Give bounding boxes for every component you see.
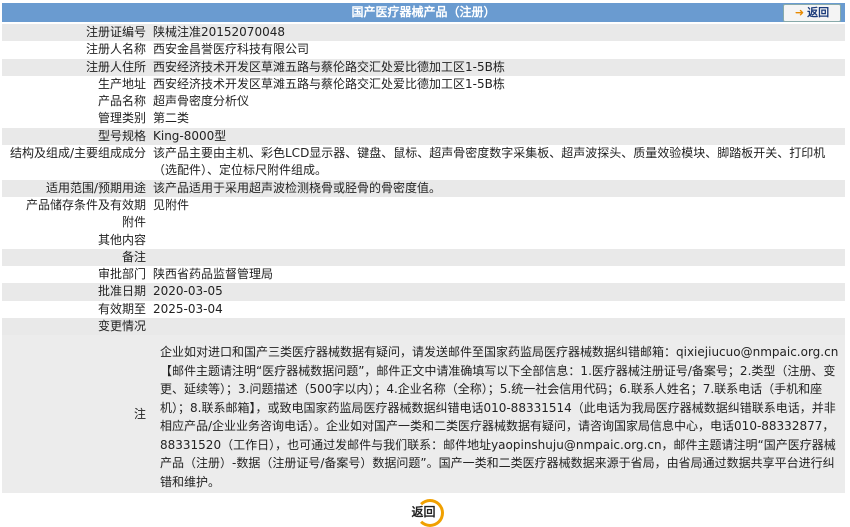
field-label: 附件 — [121, 215, 146, 230]
table-row: 型号规格 King-8000型 — [2, 127, 845, 146]
back-label: 返回 — [807, 6, 830, 19]
table-row: 备注 — [2, 248, 845, 267]
table-row: 管理类别 第二类 — [2, 110, 845, 127]
field-value: 西安经济技术开发区草滩五路与蔡伦路交汇处爱比德加工区1-5B栋 — [153, 76, 505, 91]
page-title: 国产医疗器械产品（注册） — [351, 5, 496, 19]
note-label: 注 — [2, 335, 152, 494]
field-value: King-8000型 — [152, 127, 845, 146]
field-value: 超声骨密度分析仪 — [153, 94, 250, 109]
field-label: 生产地址 — [97, 76, 146, 91]
table-row: 生产地址 西安经济技术开发区草滩五路与蔡伦路交汇处爱比德加工区1-5B栋 — [2, 76, 845, 93]
table-row: 批准日期 2020-03-05 — [2, 283, 845, 301]
field-label: 管理类别 — [97, 111, 146, 126]
table-row: 注册人名称 西安金昌誉医疗科技有限公司 — [2, 41, 845, 58]
field-label: 审批部门 — [97, 267, 146, 282]
field-value: 2025-03-04 — [153, 301, 223, 316]
field-value: 该产品适用于采用超声波检测桡骨或胫骨的骨密度值。 — [152, 179, 845, 197]
field-label: 有效期至 — [97, 301, 146, 316]
table-row: 有效期至 2025-03-04 — [2, 301, 845, 318]
field-value: 该产品主要由主机、彩色LCD显示器、键盘、鼠标、超声骨密度数字采集板、超声波探头… — [153, 146, 826, 178]
table-row: 适用范围/预期用途 该产品适用于采用超声波检测桡骨或胫骨的骨密度值。 — [2, 179, 845, 197]
table-row: 产品名称 超声骨密度分析仪 — [2, 93, 845, 110]
table-row: 注册人住所 西安经济技术开发区草滩五路与蔡伦路交汇处爱比德加工区1-5B栋 — [2, 58, 845, 76]
field-label: 产品名称 — [97, 94, 146, 109]
field-label: 型号规格 — [2, 127, 152, 146]
field-value: 陕械注准20152070048 — [152, 24, 845, 42]
field-value: 见附件 — [153, 197, 190, 212]
field-value: 西安经济技术开发区草滩五路与蔡伦路交汇处爱比德加工区1-5B栋 — [152, 58, 845, 76]
field-label: 注册人名称 — [85, 42, 146, 57]
field-value: 2020-03-05 — [152, 283, 845, 301]
field-value: 第二类 — [153, 111, 190, 126]
field-value — [152, 232, 845, 249]
field-label: 其他内容 — [97, 232, 146, 247]
field-label: 适用范围/预期用途 — [2, 179, 152, 197]
back-label: 返回 — [411, 505, 436, 520]
note-row: 注企业如对进口和国产三类医疗器械数据有疑问，请发送邮件至国家药监局医疗器械数据纠… — [2, 335, 845, 494]
table-row: 附件 — [2, 214, 845, 231]
field-label: 批准日期 — [2, 283, 152, 301]
detail-table: 注册证编号 陕械注准20152070048 注册人名称 西安金昌誉医疗科技有限公司 注册… — [2, 24, 845, 494]
back-button-bottom[interactable]: 返回 — [406, 499, 444, 527]
table-row: 变更情况 — [2, 318, 845, 336]
field-label: 结构及组成/主要组成成分 — [9, 146, 146, 161]
table-row: 产品储存条件及有效期 见附件 — [2, 197, 845, 214]
table-row: 其他内容 — [2, 232, 845, 249]
table-row: 结构及组成/主要组成成分 该产品主要由主机、彩色LCD显示器、键盘、鼠标、超声骨密… — [2, 145, 845, 180]
field-label: 备注 — [2, 248, 152, 267]
field-label: 注册证编号 — [2, 24, 152, 42]
field-label: 变更情况 — [2, 318, 152, 336]
header-bar: 国产医疗器械产品（注册） ➜ 返回 — [2, 3, 845, 22]
back-button-top[interactable]: ➜ 返回 — [783, 4, 841, 22]
field-value: 陕西省药品监督管理局 — [153, 267, 274, 282]
table-row: 注册证编号 陕械注准20152070048 — [2, 24, 845, 42]
field-value — [152, 214, 845, 231]
arrow-right-icon: ➜ — [794, 6, 805, 19]
detail-panel: 国产医疗器械产品（注册） ➜ 返回 注册证编号 陕械注准20152070048 注册人… — [2, 3, 845, 527]
field-value — [152, 248, 845, 267]
field-label: 注册人住所 — [2, 58, 152, 76]
field-value — [152, 318, 845, 336]
field-label: 产品储存条件及有效期 — [25, 197, 146, 212]
note-text: 企业如对进口和国产三类医疗器械数据有疑问，请发送邮件至国家药监局医疗器械数据纠错… — [152, 335, 845, 494]
table-row: 审批部门 陕西省药品监督管理局 — [2, 266, 845, 283]
field-value: 西安金昌誉医疗科技有限公司 — [153, 42, 310, 57]
